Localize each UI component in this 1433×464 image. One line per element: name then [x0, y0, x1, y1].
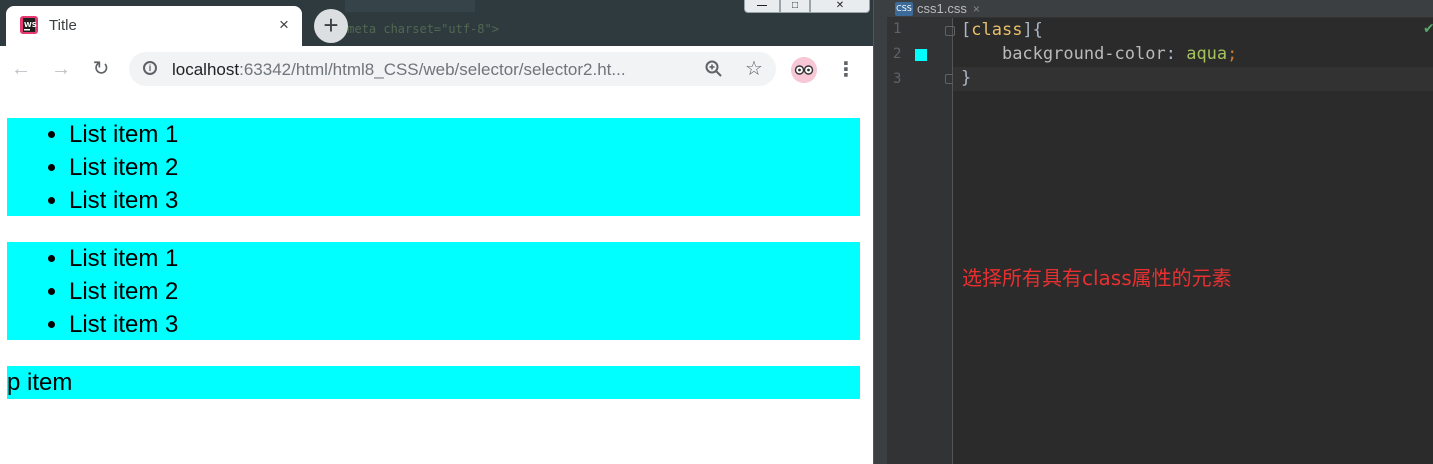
zoom-icon[interactable] [704, 59, 724, 79]
code-bracket: [ [961, 20, 972, 40]
paragraph-block: p item [7, 366, 860, 399]
close-icon[interactable]: × [973, 2, 980, 16]
editor-tab-bar: CSS css1.css × [887, 0, 1433, 18]
list-item: List item 1 [69, 242, 860, 275]
close-window-button[interactable]: ✕ [810, 0, 870, 13]
code-property: background-color [1001, 44, 1166, 64]
browser-tab[interactable]: WS Title × [6, 6, 302, 46]
list-item: List item 3 [69, 184, 860, 217]
code-editor: CSS css1.css × ✔ 1 2 3 [class]{ backgrou… [887, 0, 1433, 464]
code-line-1[interactable]: [class]{ [961, 20, 1043, 40]
list-item: List item 1 [69, 118, 860, 151]
code-brace: } [961, 68, 972, 88]
minimize-button[interactable]: — [744, 0, 780, 13]
code-value: aqua [1186, 44, 1228, 64]
new-tab-button[interactable]: + [314, 9, 348, 43]
webstorm-icon: WS [20, 16, 38, 34]
address-bar[interactable]: i localhost:63342/html/html8_CSS/web/sel… [129, 52, 776, 86]
back-icon[interactable]: ← [8, 56, 34, 82]
editor-gutter: 1 2 3 [887, 18, 955, 464]
code-selector: class [971, 20, 1023, 40]
annotation-text: 选择所有具有class属性的元素 [962, 266, 1232, 290]
url-host: localhost [172, 60, 240, 79]
maximize-button[interactable]: □ [780, 0, 810, 13]
url-path: :63342/html/html8_CSS/web/selector/selec… [239, 60, 626, 79]
code-semicolon: ; [1227, 44, 1238, 64]
browser-toolbar: ← → ↻ i localhost:63342/html/html8_CSS/w… [0, 46, 873, 139]
background-code-fragment: <meta charset="utf-8"> [340, 22, 499, 36]
file-tab-label: css1.css [917, 1, 967, 16]
url-text[interactable]: localhost:63342/html/html8_CSS/web/selec… [172, 60, 626, 80]
background-window-fragment [345, 0, 475, 12]
svg-text:WS: WS [24, 21, 37, 29]
reload-icon[interactable]: ↻ [88, 56, 114, 82]
list-item: List item 2 [69, 151, 860, 184]
color-preview-swatch[interactable] [915, 49, 927, 61]
css-file-icon: CSS [895, 1, 913, 16]
code-colon: : [1165, 44, 1187, 64]
more-menu-icon[interactable]: ⋮ [836, 57, 856, 83]
tab-close-icon[interactable]: × [274, 15, 294, 35]
window-controls: — □ ✕ [744, 0, 872, 13]
code-line-2[interactable]: background-color: aqua; [961, 44, 1237, 64]
unordered-list-2: List item 1 List item 2 List item 3 [7, 242, 860, 340]
paragraph: p item [7, 369, 73, 396]
tab-title: Title [49, 17, 77, 34]
unordered-list-1: List item 1 List item 2 List item 3 [7, 118, 860, 216]
inspection-ok-icon[interactable]: ✔ [1423, 20, 1433, 37]
code-line-3[interactable]: } [961, 68, 971, 88]
fold-marker-icon[interactable] [945, 26, 955, 36]
current-line-highlight [953, 67, 1433, 91]
bookmark-star-icon[interactable]: ☆ [743, 58, 765, 80]
extension-glasses-icon[interactable] [791, 57, 817, 83]
editor-file-tab[interactable]: CSS css1.css × [895, 0, 980, 17]
forward-icon[interactable]: → [48, 56, 74, 82]
page-content: List item 1 List item 2 List item 3 List… [0, 93, 873, 464]
list-item: List item 3 [69, 308, 860, 341]
info-icon[interactable]: i [143, 61, 157, 75]
line-number: 2 [893, 46, 902, 62]
line-number: 1 [893, 21, 902, 37]
tab-strip: <meta charset="utf-8"> WS Title × + — □ … [0, 0, 873, 46]
list-item: List item 2 [69, 275, 860, 308]
window-divider[interactable] [873, 0, 887, 464]
line-number: 3 [893, 71, 902, 87]
code-bracket-brace: ]{ [1022, 20, 1043, 40]
browser-window: <meta charset="utf-8"> WS Title × + — □ … [0, 0, 873, 464]
